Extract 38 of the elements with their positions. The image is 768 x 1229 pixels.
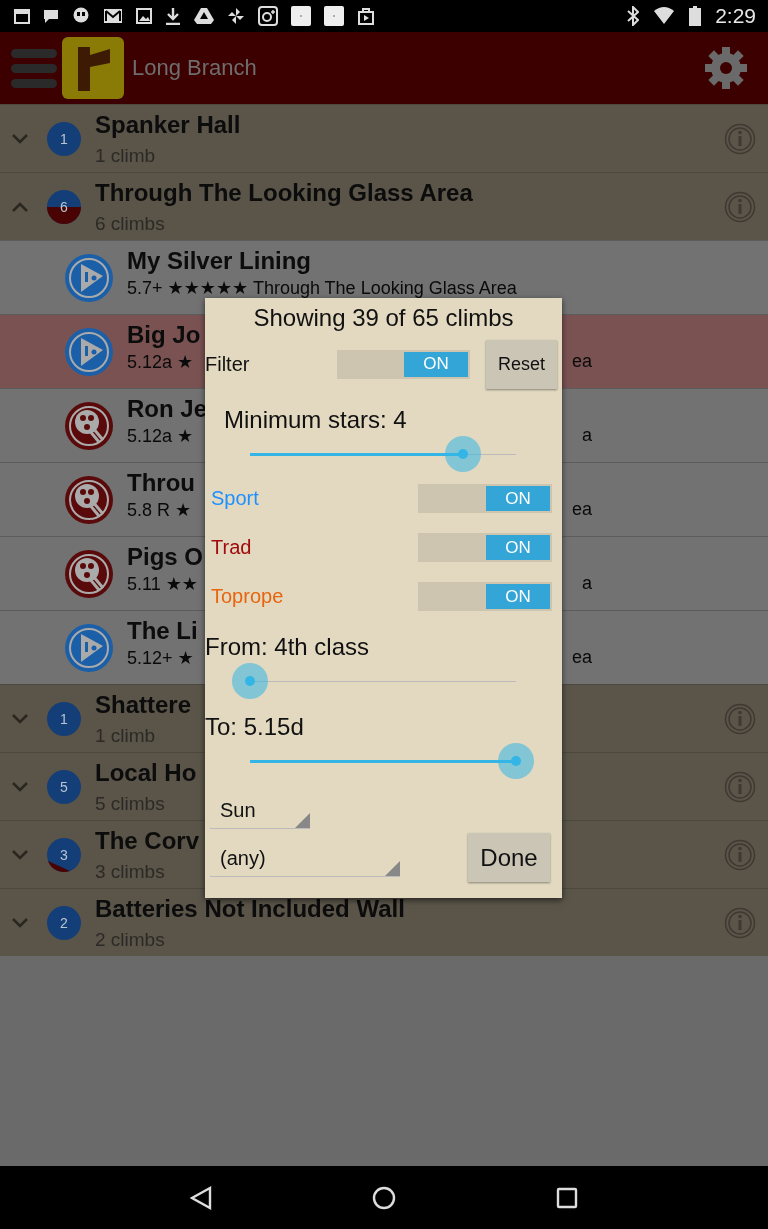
climb-details: a	[582, 424, 592, 447]
climb-type-label: Toprope	[211, 585, 285, 608]
app-title: Long Branch	[132, 55, 258, 81]
climb-type-label: Sport	[211, 487, 260, 510]
from-grade-label: From: 4th class	[205, 633, 370, 661]
area-name: Batteries Not Included Wall	[95, 894, 405, 923]
climb-name: Pigs O	[127, 542, 204, 571]
to-grade-label: To: 5.15d	[205, 713, 304, 741]
climb-details: ea	[571, 646, 592, 669]
climb-details: ea	[571, 498, 592, 521]
climb-details: a	[582, 572, 592, 595]
climb-details: 5.12+ ★	[127, 646, 194, 669]
area-name: Shattere	[95, 690, 192, 719]
climb-details: 5.11 ★★	[127, 572, 198, 595]
count-badge: 6	[46, 188, 82, 225]
filter-label: Filter	[205, 352, 251, 376]
area-name: Local Ho	[95, 758, 197, 787]
count-badge: 3	[46, 836, 82, 873]
climb-name: Throu	[127, 468, 195, 497]
climb-details: 5.7+ ★★★★★ Through The Looking Glass Area	[127, 276, 517, 299]
climb-name: The Li	[127, 616, 198, 645]
count-badge: 5	[46, 768, 82, 805]
climb-details: ea	[571, 350, 592, 373]
count-badge: 1	[46, 120, 82, 157]
climb-details: 5.8 R ★	[127, 498, 192, 521]
min-stars-label: Minimum stars: 4	[224, 406, 407, 434]
area-name: The Corv	[95, 826, 199, 855]
climb-name: My Silver Lining	[127, 246, 312, 275]
climb-type-label: Trad	[211, 536, 253, 559]
climb-details: 5.12a ★	[127, 424, 194, 447]
clock-time: 2:29	[715, 4, 756, 28]
climb-name: Ron Je	[127, 394, 207, 423]
climb-details: 5.12a ★	[127, 350, 194, 373]
count-badge: 1	[46, 700, 82, 737]
area-name: Spanker Hall	[95, 110, 241, 139]
climb-name: Big Jo	[127, 320, 201, 349]
count-badge: 2	[46, 904, 82, 941]
area-name: Through The Looking Glass Area	[95, 178, 473, 207]
